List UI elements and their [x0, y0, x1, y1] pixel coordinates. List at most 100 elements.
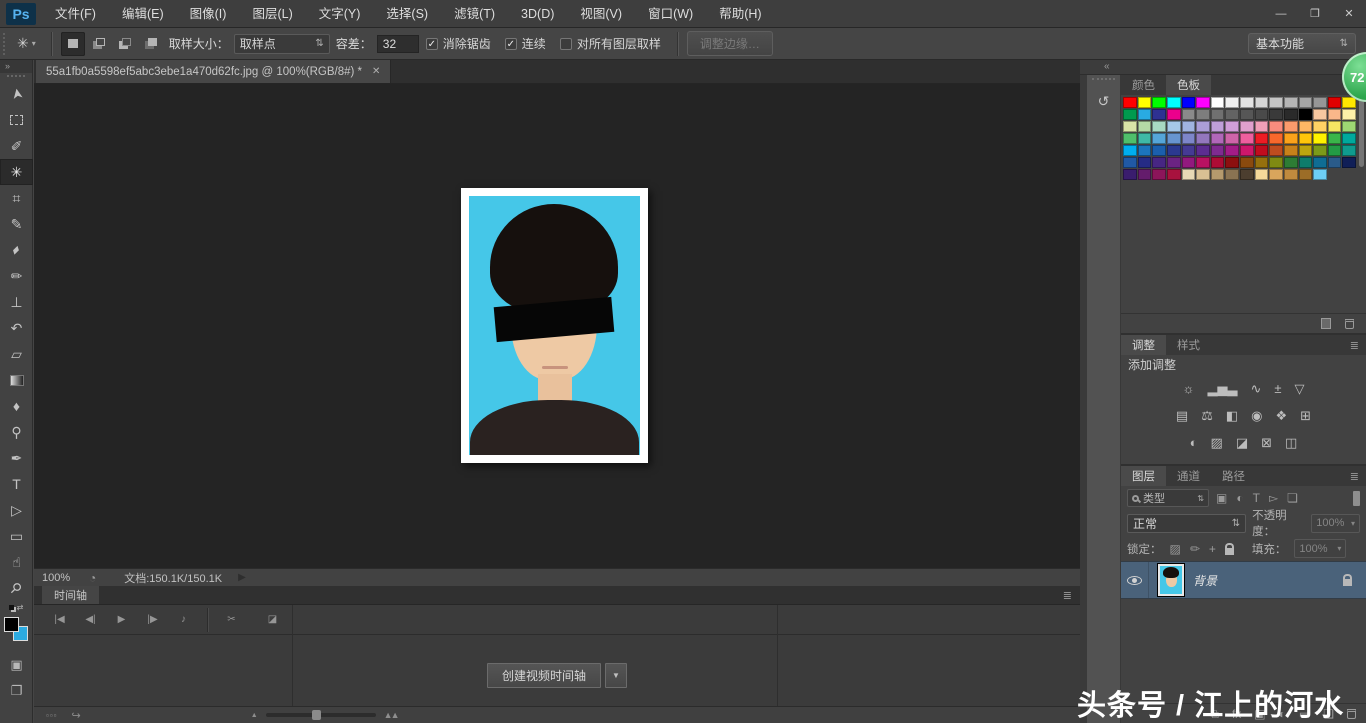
eraser-tool[interactable]: ▱ [0, 341, 33, 367]
swatch-1-4[interactable] [1182, 109, 1196, 120]
swatch-0-0[interactable] [1123, 97, 1137, 108]
swatch-5-14[interactable] [1328, 157, 1342, 168]
swatch-0-2[interactable] [1152, 97, 1166, 108]
screen-mode-button[interactable]: ❐ [0, 677, 33, 703]
tab-通道[interactable]: 通道 [1166, 466, 1211, 486]
lock-position-icon[interactable]: + [1209, 543, 1216, 555]
layer-visibility-toggle[interactable] [1121, 562, 1149, 598]
swatch-2-7[interactable] [1225, 121, 1239, 132]
filter-shape-layers-icon[interactable]: ▻ [1269, 491, 1278, 505]
swatch-3-3[interactable] [1167, 133, 1181, 144]
swatch-5-8[interactable] [1240, 157, 1254, 168]
add-to-selection-button[interactable] [87, 32, 111, 56]
vibrance-icon[interactable]: ▽ [1294, 382, 1304, 395]
refine-edge-button[interactable]: 调整边缘… [687, 31, 773, 56]
swatch-4-14[interactable] [1328, 145, 1342, 156]
swatch-0-5[interactable] [1196, 97, 1210, 108]
swatch-0-7[interactable] [1225, 97, 1239, 108]
tab-close-icon[interactable]: ✕ [372, 66, 380, 77]
layer-row-background[interactable]: 背景 [1121, 561, 1366, 599]
history-brush-tool[interactable]: ↶ [0, 315, 33, 341]
swatch-0-14[interactable] [1328, 97, 1342, 108]
swatch-2-14[interactable] [1328, 121, 1342, 132]
swatch-2-0[interactable] [1123, 121, 1137, 132]
slider-thumb[interactable] [312, 710, 321, 720]
swatch-2-4[interactable] [1182, 121, 1196, 132]
gradient-map-icon[interactable]: ◫ [1285, 436, 1297, 449]
zoom-in-icon[interactable]: ▲▲ [384, 710, 398, 720]
strip-grip[interactable] [1092, 78, 1115, 83]
gradient-tool[interactable] [0, 367, 33, 393]
swatch-0-9[interactable] [1255, 97, 1269, 108]
swatch-6-8[interactable] [1240, 169, 1254, 180]
status-expand-icon[interactable]: ▶ [238, 572, 246, 583]
workspace-switcher[interactable]: 基本功能 ⇅ [1248, 33, 1356, 54]
play-button[interactable]: ▶ [106, 609, 137, 631]
timeline-panel-menu-icon[interactable]: ≣ [1063, 589, 1072, 602]
swatch-6-7[interactable] [1225, 169, 1239, 180]
swatch-4-2[interactable] [1152, 145, 1166, 156]
swatch-1-7[interactable] [1225, 109, 1239, 120]
color-lookup-icon[interactable]: ⊞ [1300, 409, 1311, 422]
swatch-0-3[interactable] [1167, 97, 1181, 108]
brightness-contrast-icon[interactable]: ☼ [1183, 382, 1195, 395]
sample-all-layers-checkbox[interactable] [560, 38, 572, 50]
history-panel-icon[interactable]: ↺ [1091, 89, 1117, 113]
swatch-3-15[interactable] [1342, 133, 1356, 144]
swatch-3-9[interactable] [1255, 133, 1269, 144]
tab-色板[interactable]: 色板 [1166, 75, 1211, 95]
swatch-0-13[interactable] [1313, 97, 1327, 108]
hand-tool[interactable]: ☝ [0, 549, 33, 575]
blend-mode-dropdown[interactable]: 正常 ⇅ [1127, 514, 1246, 533]
swatch-5-5[interactable] [1196, 157, 1210, 168]
swatch-6-6[interactable] [1211, 169, 1225, 180]
black-white-icon[interactable]: ◧ [1226, 409, 1238, 422]
menu-item-5[interactable]: 选择(S) [373, 0, 441, 28]
menu-item-7[interactable]: 3D(D) [508, 0, 567, 28]
canvas-area[interactable] [34, 84, 1080, 568]
sample-size-dropdown[interactable]: 取样点 ⇅ [234, 34, 330, 54]
pen-tool[interactable]: ✒ [0, 445, 33, 471]
timeline-zoom-slider[interactable] [266, 713, 376, 717]
swatch-1-0[interactable] [1123, 109, 1137, 120]
swatch-1-3[interactable] [1167, 109, 1181, 120]
curves-icon[interactable]: ∿ [1250, 382, 1261, 395]
lock-all-icon[interactable] [1225, 548, 1234, 555]
swatch-4-4[interactable] [1182, 145, 1196, 156]
channel-mixer-icon[interactable]: ❖ [1276, 409, 1288, 422]
dodge-tool[interactable]: ⚲ [0, 419, 33, 445]
tab-调整[interactable]: 调整 [1121, 335, 1166, 355]
brush-tool[interactable]: ✏ [0, 263, 33, 289]
swatch-3-12[interactable] [1299, 133, 1313, 144]
prev-frame-button[interactable]: ◀| [75, 609, 106, 631]
swatch-3-11[interactable] [1284, 133, 1298, 144]
swatch-5-12[interactable] [1299, 157, 1313, 168]
tab-路径[interactable]: 路径 [1211, 466, 1256, 486]
close-button[interactable]: ✕ [1332, 3, 1366, 25]
tools-collapse-button[interactable]: » [0, 60, 32, 73]
swatch-5-2[interactable] [1152, 157, 1166, 168]
swatch-4-1[interactable] [1138, 145, 1152, 156]
swatch-6-3[interactable] [1167, 169, 1181, 180]
swatch-4-10[interactable] [1269, 145, 1283, 156]
swatch-5-6[interactable] [1211, 157, 1225, 168]
swatch-2-8[interactable] [1240, 121, 1254, 132]
menu-item-1[interactable]: 编辑(E) [109, 0, 177, 28]
swatch-1-8[interactable] [1240, 109, 1254, 120]
swatch-2-3[interactable] [1167, 121, 1181, 132]
move-tool[interactable]: ➤ [0, 81, 33, 107]
foreground-color-swatch[interactable] [4, 617, 19, 632]
menu-item-6[interactable]: 滤镜(T) [441, 0, 508, 28]
swatch-2-2[interactable] [1152, 121, 1166, 132]
swatch-1-12[interactable] [1299, 109, 1313, 120]
eyedropper-tool[interactable]: ✎ [0, 211, 33, 237]
path-select-tool[interactable]: ▷ [0, 497, 33, 523]
layer-name[interactable]: 背景 [1193, 572, 1217, 589]
swatch-2-11[interactable] [1284, 121, 1298, 132]
swatch-6-0[interactable] [1123, 169, 1137, 180]
panel-menu-icon[interactable]: ≣ [1350, 339, 1359, 352]
delete-swatch-icon[interactable] [1345, 319, 1354, 329]
layer-filter-dropdown[interactable]: 类型 ⇅ [1127, 489, 1209, 507]
crop-tool[interactable]: ⌗ [0, 185, 33, 211]
swatch-3-4[interactable] [1182, 133, 1196, 144]
